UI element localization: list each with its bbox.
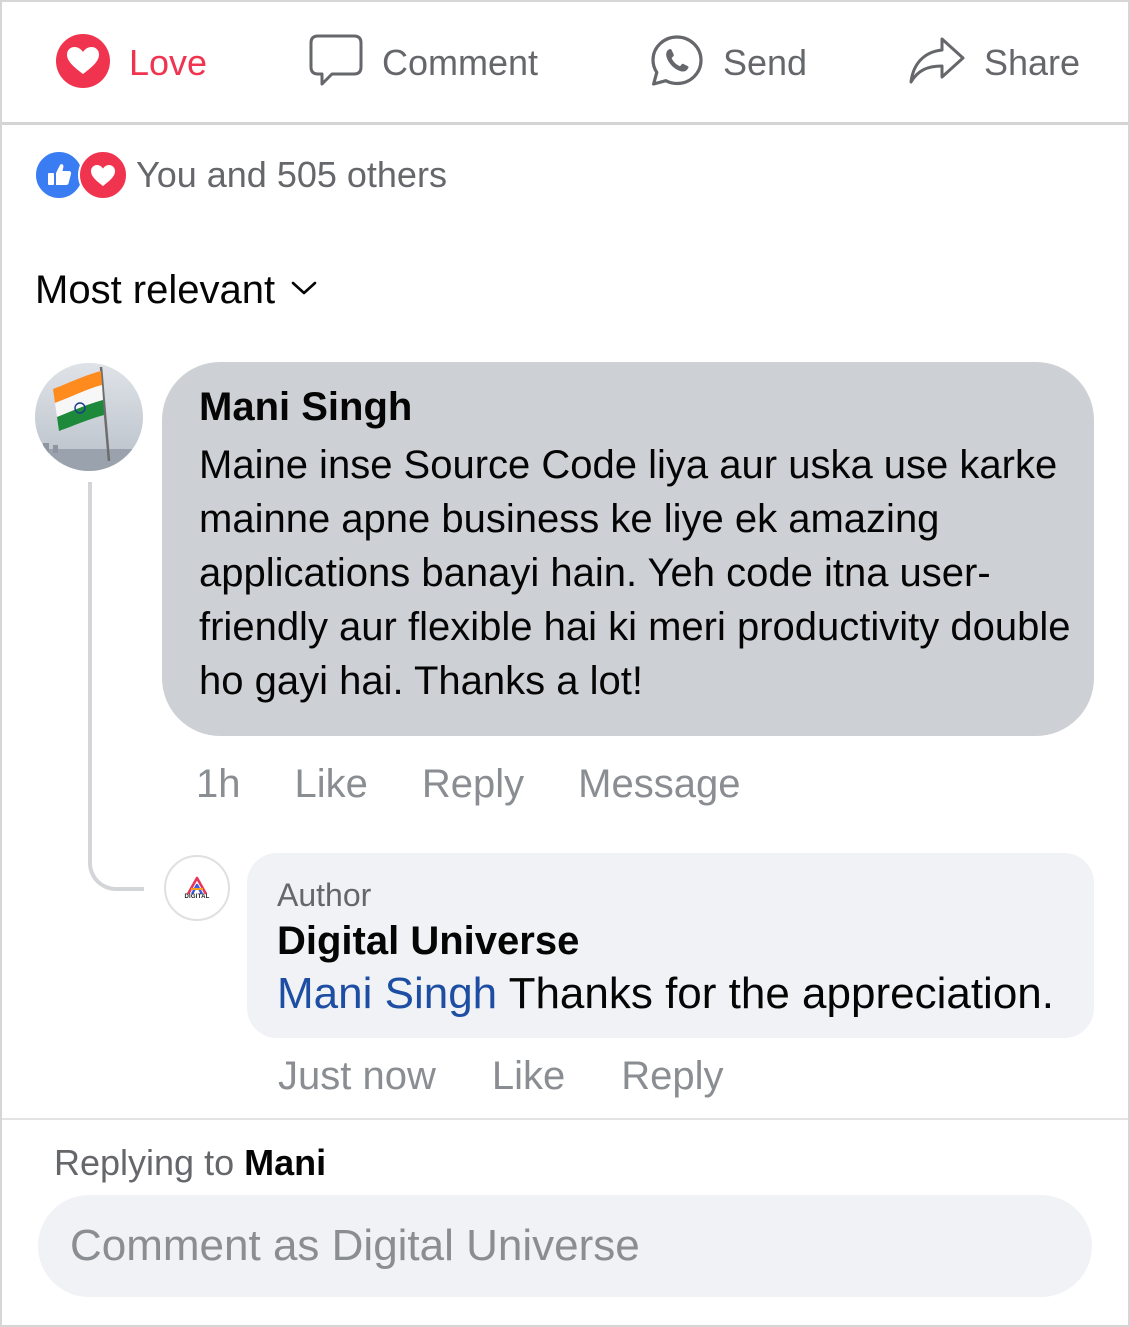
- reply-text: Mani Singh Thanks for the appreciation.: [277, 967, 1074, 1021]
- comment-timestamp[interactable]: 1h: [196, 762, 241, 807]
- reply-message: Thanks for the appreciation.: [497, 969, 1054, 1018]
- reply-actions: Just now Like Reply: [278, 1054, 780, 1099]
- reply-author[interactable]: Digital Universe: [277, 917, 1074, 965]
- replying-name: Mani: [244, 1142, 327, 1183]
- avatar[interactable]: [35, 363, 143, 471]
- reaction-count-text: You and 505 others: [136, 154, 447, 195]
- page-avatar[interactable]: DIGITAL: [164, 855, 230, 921]
- sort-dropdown[interactable]: Most relevant: [35, 268, 317, 313]
- reply-bubble: Author Digital Universe Mani Singh Thank…: [247, 853, 1094, 1038]
- whatsapp-icon: [649, 33, 705, 94]
- mention-link[interactable]: Mani Singh: [277, 969, 497, 1018]
- share-arrow-icon: [908, 35, 966, 92]
- speech-bubble-icon: [308, 32, 364, 95]
- reply-like-button[interactable]: Like: [492, 1054, 565, 1099]
- share-button[interactable]: Share: [908, 32, 1080, 94]
- indian-flag-avatar-icon: [35, 363, 143, 471]
- heart-icon: [55, 33, 111, 94]
- reply-reply-button[interactable]: Reply: [621, 1054, 723, 1099]
- love-button[interactable]: Love: [55, 32, 207, 94]
- replying-prefix: Replying to: [54, 1142, 245, 1183]
- thumbs-up-icon: [34, 150, 84, 200]
- reply-timestamp[interactable]: Just now: [278, 1054, 436, 1099]
- comment-text: Maine inse Source Code liya aur uska use…: [199, 443, 1071, 703]
- post-action-bar: Love Comment Send Share: [2, 2, 1128, 125]
- heart-icon: [78, 150, 128, 200]
- comment-panel: Love Comment Send Share You and 505 othe…: [0, 0, 1130, 1327]
- avatar-logo-text: DIGITAL: [184, 894, 210, 900]
- reaction-summary[interactable]: You and 505 others: [34, 150, 447, 200]
- replying-to-label: Replying to Mani: [54, 1142, 326, 1184]
- comment-label: Comment: [382, 42, 539, 83]
- like-button[interactable]: Like: [295, 762, 368, 807]
- love-label: Love: [129, 42, 208, 83]
- comment-author[interactable]: Mani Singh: [199, 384, 1074, 430]
- author-badge: Author: [277, 877, 372, 913]
- share-label: Share: [984, 42, 1081, 83]
- sort-label: Most relevant: [35, 268, 276, 312]
- message-button[interactable]: Message: [578, 762, 740, 807]
- comment-bubble: Mani Singh Maine inse Source Code liya a…: [162, 362, 1094, 736]
- comment-button[interactable]: Comment: [308, 32, 538, 94]
- reply-thread-line: [88, 482, 144, 891]
- comment-composer: Replying to Mani: [2, 1118, 1128, 1325]
- chevron-down-icon: [275, 280, 317, 301]
- comment-input[interactable]: [38, 1195, 1092, 1297]
- digital-universe-logo-icon: [186, 876, 208, 895]
- comment-actions: 1h Like Reply Message: [196, 762, 794, 807]
- reply-button[interactable]: Reply: [422, 762, 524, 807]
- send-label: Send: [723, 42, 808, 83]
- send-button[interactable]: Send: [649, 32, 807, 94]
